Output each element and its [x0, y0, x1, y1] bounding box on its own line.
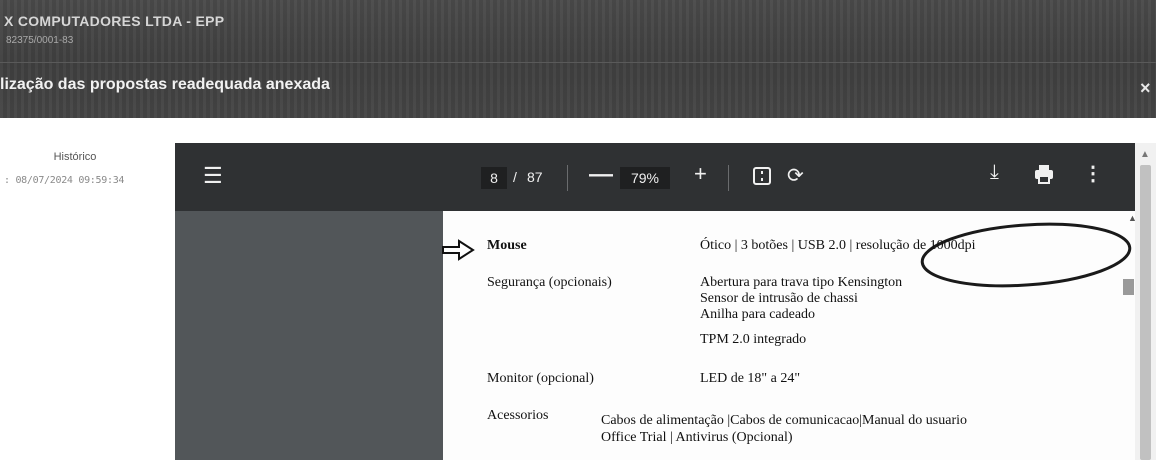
page-separator: /: [513, 169, 517, 185]
rotate-icon[interactable]: ⟳: [787, 163, 804, 188]
toolbar-divider: [567, 165, 568, 191]
row-label-seguranca: Segurança (opcionais): [487, 275, 612, 290]
circle-annotation: [920, 222, 1132, 288]
header-divider: [0, 62, 1156, 63]
row-value-seguranca-3: Anilha para cadeado: [700, 307, 816, 322]
scroll-up-icon[interactable]: ▲: [1140, 149, 1150, 160]
fit-page-icon[interactable]: [752, 166, 772, 186]
history-date: : 08/07/2024 09:59:34: [4, 175, 125, 186]
page-number-input[interactable]: 8: [481, 167, 507, 189]
scroll-thumb[interactable]: [1140, 165, 1151, 460]
pdf-viewer: ☰ 8 / 87 — 79% + ⟳ ⤓ ⋮ Mouse Ótico | 3 b…: [175, 143, 1137, 460]
download-icon[interactable]: ⤓: [990, 161, 999, 184]
company-name: X COMPUTADORES LTDA - EPP: [4, 13, 225, 29]
toolbar-divider: [728, 165, 729, 191]
row-label-acessorios: Acessorios: [487, 408, 549, 423]
pdf-toolbar: ☰ 8 / 87 — 79% + ⟳ ⤓ ⋮: [175, 143, 1135, 211]
row-value-seguranca-2: Sensor de intrusão de chassi: [700, 291, 858, 306]
menu-icon[interactable]: ☰: [203, 163, 223, 189]
row-value-mouse: Ótico | 3 botões | USB 2.0 | resolução d…: [700, 238, 976, 253]
zoom-in-button[interactable]: +: [694, 161, 707, 187]
pdf-page: Mouse Ótico | 3 botões | USB 2.0 | resol…: [442, 211, 1137, 460]
row-value-monitor: LED de 18" a 24": [700, 371, 801, 386]
zoom-out-button[interactable]: —: [589, 161, 613, 189]
row-value-seguranca-4: TPM 2.0 integrado: [700, 332, 807, 347]
row-label-monitor: Monitor (opcional): [487, 371, 594, 386]
row-value-seguranca-1: Abertura para trava tipo Kensington: [700, 275, 903, 290]
arrow-annotation-icon: [442, 239, 475, 261]
zoom-input[interactable]: 79%: [620, 167, 670, 189]
history-label[interactable]: Histórico: [40, 151, 110, 163]
row-value-acessorios-2: Office Trial | Antivirus (Opcional): [601, 430, 793, 445]
more-vert-icon[interactable]: ⋮: [1083, 161, 1103, 186]
document-title: lização das propostas readequada anexada: [0, 76, 330, 93]
close-button[interactable]: ×: [1140, 78, 1151, 99]
company-cnpj: 82375/0001-83: [6, 35, 74, 46]
page-scroll-thumb[interactable]: [1123, 279, 1134, 295]
scrollbar[interactable]: ▲: [1135, 143, 1156, 460]
row-value-acessorios-1: Cabos de alimentação |Cabos de comunicac…: [601, 413, 967, 428]
top-header: X COMPUTADORES LTDA - EPP 82375/0001-83 …: [0, 0, 1156, 118]
page-total: 87: [527, 169, 543, 185]
print-icon[interactable]: [1033, 163, 1055, 185]
row-label-mouse: Mouse: [487, 238, 527, 253]
